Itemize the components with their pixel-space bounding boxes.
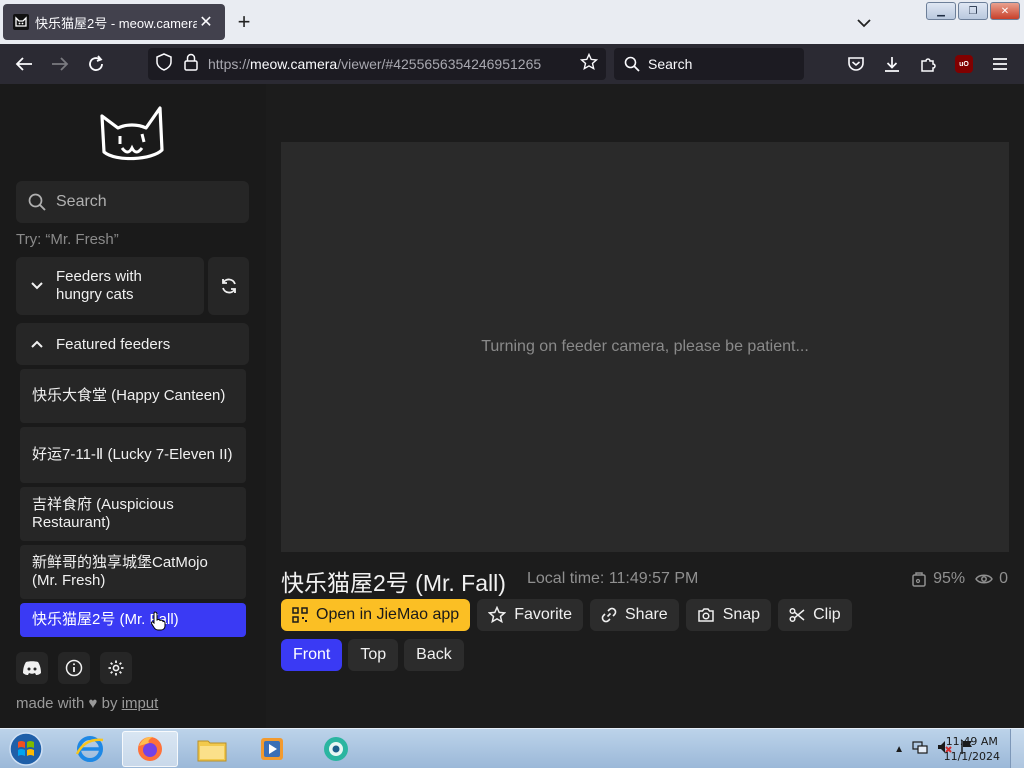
refresh-icon: [221, 278, 236, 294]
discord-icon[interactable]: [16, 652, 48, 684]
feeder-search[interactable]: [16, 181, 249, 223]
shield-icon[interactable]: [156, 52, 172, 76]
firefox-icon[interactable]: [122, 731, 178, 767]
forward-arrow-icon[interactable]: [48, 52, 72, 76]
camera-status: Turning on feeder camera, please be pati…: [481, 338, 809, 355]
featured-feeders-label: Featured feeders: [56, 335, 171, 353]
back-arrow-icon[interactable]: [12, 52, 36, 76]
tab-title: 快乐猫屋2号 - meow.camera: [35, 15, 197, 31]
internet-explorer-icon[interactable]: [62, 731, 118, 767]
tab-strip: 快乐猫屋2号 - meow.camera ✕ + ▁ ❐ ✕: [0, 0, 1024, 44]
feeder-item[interactable]: 新鲜哥的独享城堡CatMojo (Mr. Fresh): [20, 545, 246, 599]
browser-tab[interactable]: 快乐猫屋2号 - meow.camera ✕: [3, 4, 225, 40]
share-button[interactable]: Share: [590, 599, 679, 631]
info-icon[interactable]: [58, 652, 90, 684]
chevron-up-icon: [31, 340, 43, 348]
new-tab-icon[interactable]: +: [232, 10, 256, 34]
camera-view-selector: Front Top Back: [281, 639, 464, 671]
search-icon: [28, 193, 46, 211]
chevron-down-icon: [31, 282, 43, 290]
author-link[interactable]: imput: [122, 695, 159, 712]
feeder-item[interactable]: 吉祥食府 (Auspicious Restaurant): [20, 487, 246, 541]
snap-button[interactable]: Snap: [685, 599, 772, 631]
made-with-credit: made with ♥ by imput: [16, 695, 159, 712]
favorite-button[interactable]: Favorite: [477, 599, 583, 631]
clip-button[interactable]: Clip: [778, 599, 852, 631]
link-icon: [601, 607, 617, 623]
window-controls: ▁ ❐ ✕: [926, 2, 1020, 20]
minimize-icon[interactable]: ▁: [926, 2, 956, 20]
camera-video[interactable]: Turning on feeder camera, please be pati…: [281, 142, 1009, 552]
sidebar: Try: “Mr. Fresh” Feeders with hungry cat…: [0, 84, 266, 728]
media-player-icon[interactable]: [244, 731, 300, 767]
featured-feeders-toggle[interactable]: Featured feeders: [16, 323, 249, 365]
sidebar-footer-icons: [16, 652, 132, 684]
action-bar: Open in JieMao app Favorite Share Snap C…: [281, 599, 852, 631]
reload-icon[interactable]: [84, 52, 108, 76]
hungry-feeders-toggle[interactable]: Feeders with hungry cats: [16, 257, 204, 315]
file-explorer-icon[interactable]: [184, 731, 240, 767]
feeder-item[interactable]: 好运7-11-Ⅱ (Lucky 7-Eleven II): [20, 427, 246, 483]
scissors-icon: [789, 607, 805, 623]
view-front-button[interactable]: Front: [281, 639, 343, 671]
viewer-count: 0: [999, 570, 1008, 587]
restore-icon[interactable]: ❐: [958, 2, 988, 20]
close-tab-icon[interactable]: ✕: [197, 13, 215, 31]
chevron-down-icon[interactable]: [852, 11, 876, 35]
cat-logo-icon[interactable]: [98, 102, 166, 166]
windows-start-icon[interactable]: [4, 730, 48, 768]
search-placeholder: Search: [648, 56, 693, 72]
nav-toolbar: https://meow.camera/viewer/#425565635424…: [0, 44, 1024, 84]
ublock-origin-icon[interactable]: uO: [952, 52, 976, 76]
feeder-item-active[interactable]: 快乐猫屋2号 (Mr. Fall): [20, 603, 246, 637]
windows-taskbar: ▲ 11:49 AM 11/1/2024: [0, 728, 1024, 768]
extensions-puzzle-icon[interactable]: [916, 52, 940, 76]
url-text[interactable]: https://meow.camera/viewer/#425565635424…: [208, 56, 580, 72]
bookmark-star-icon[interactable]: [579, 52, 599, 76]
search-hint: Try: “Mr. Fresh”: [16, 231, 119, 248]
lock-icon[interactable]: [184, 53, 198, 76]
main-content: Turning on feeder camera, please be pati…: [266, 84, 1024, 728]
hand-cursor-icon: [150, 611, 166, 636]
system-clock[interactable]: 11:49 AM 11/1/2024: [944, 734, 1000, 764]
url-bar[interactable]: https://meow.camera/viewer/#425565635424…: [148, 48, 606, 80]
show-desktop-button[interactable]: [1010, 729, 1024, 768]
food-bag-icon: [912, 572, 926, 587]
heart-icon: ♥: [88, 695, 98, 712]
network-icon[interactable]: [912, 739, 928, 760]
search-icon: [624, 56, 640, 72]
feeder-search-input[interactable]: [56, 193, 226, 211]
eye-icon: [975, 574, 993, 584]
pocket-icon[interactable]: [844, 52, 868, 76]
gear-icon[interactable]: [100, 652, 132, 684]
open-in-app-button[interactable]: Open in JieMao app: [281, 599, 471, 631]
feeder-title: 快乐猫屋2号 (Mr. Fall): [281, 570, 506, 596]
app-globe-icon[interactable]: [308, 731, 364, 767]
download-icon[interactable]: [880, 52, 904, 76]
view-top-button[interactable]: Top: [348, 639, 399, 671]
feeder-item[interactable]: 快乐大食堂 (Happy Canteen): [20, 369, 246, 423]
tray-expand-icon[interactable]: ▲: [894, 744, 904, 755]
hamburger-menu-icon[interactable]: [988, 52, 1012, 76]
local-time: Local time: 11:49:57 PM: [527, 570, 699, 587]
star-icon: [488, 606, 507, 624]
refresh-button[interactable]: [208, 257, 249, 315]
hungry-feeders-label: Feeders with hungry cats: [56, 268, 142, 303]
feeder-stats: 95% 0: [911, 570, 1008, 588]
camera-icon: [697, 608, 714, 622]
qr-code-icon: [292, 607, 308, 623]
window-close-icon[interactable]: ✕: [990, 2, 1020, 20]
feeder-list: 快乐大食堂 (Happy Canteen) 好运7-11-Ⅱ (Lucky 7-…: [20, 369, 246, 641]
cat-favicon-icon: [13, 14, 29, 30]
view-back-button[interactable]: Back: [404, 639, 464, 671]
food-level: 95%: [933, 570, 966, 587]
browser-search-bar[interactable]: Search: [614, 48, 804, 80]
